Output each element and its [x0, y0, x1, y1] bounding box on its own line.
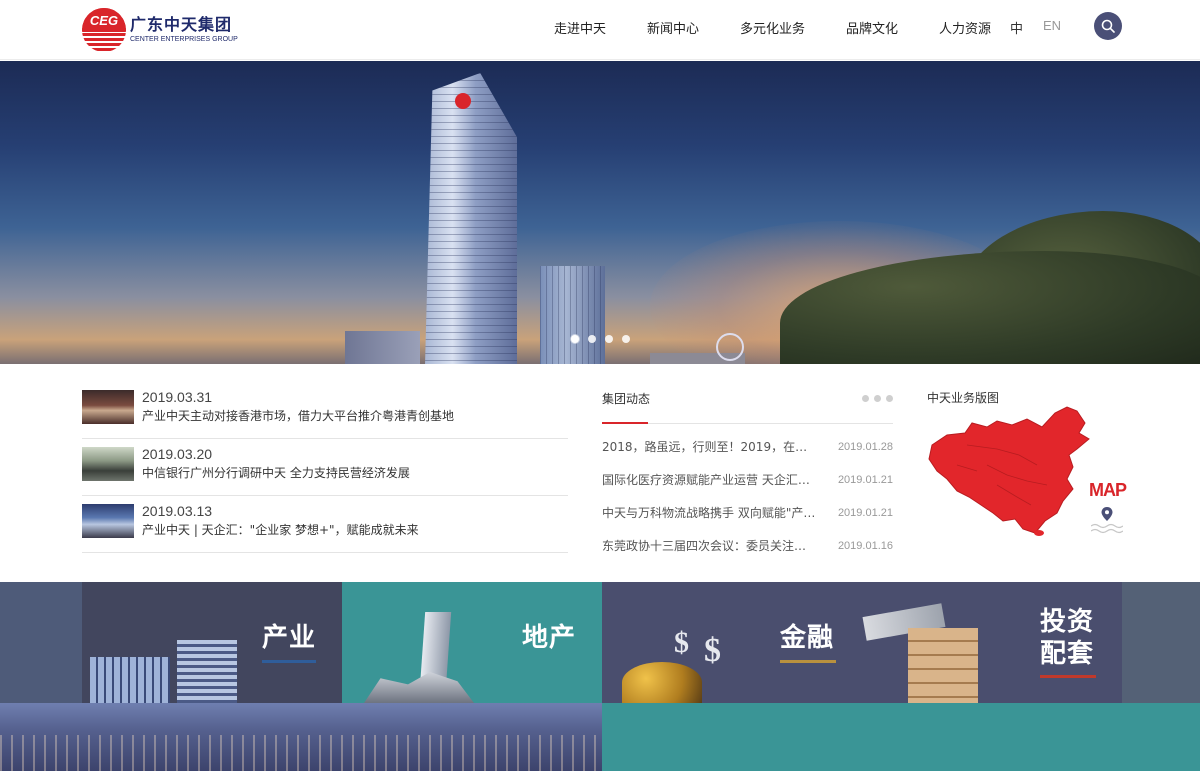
business-investment-label-2[interactable]: 配套 [1040, 638, 1094, 670]
wave-icon [1091, 523, 1123, 534]
search-button[interactable] [1094, 12, 1122, 40]
news-date: 2019.03.13 [142, 503, 213, 519]
group-news-pager[interactable] [862, 395, 893, 402]
nav-hr[interactable]: 人力资源 [939, 18, 991, 37]
news-item[interactable]: 2019.03.31 产业中天主动对接香港市场，借力大平台推介粤港青创基地 [82, 382, 568, 439]
group-news-item-date: 2019.01.21 [837, 473, 893, 486]
group-news-panel: 集团动态 2018，路虽远，行则至！2019，在一起… 2019.01.28 国… [602, 382, 893, 562]
group-news-item-title[interactable]: 国际化医疗资源赋能产业运营 天企汇… [602, 471, 818, 488]
featured-news-list: 2019.03.31 产业中天主动对接香港市场，借力大平台推介粤港青创基地 20… [82, 382, 568, 553]
business-investment-label-1[interactable]: 投资 [1040, 606, 1094, 638]
business-industry-tile[interactable]: 产业 [82, 582, 342, 703]
dollar-sign-icon: $ [704, 632, 721, 669]
news-thumbnail[interactable] [82, 390, 134, 424]
news-title[interactable]: 产业中天主动对接香港市场，借力大平台推介粤港青创基地 [142, 407, 454, 425]
group-news-item[interactable]: 中天与万科物流战略携手 双向赋能"产… 2019.01.21 [602, 496, 893, 529]
news-title[interactable]: 中信银行广州分行调研中天 全力支持民营经济发展 [142, 464, 410, 482]
carousel-dot[interactable] [622, 335, 630, 343]
carousel-dot[interactable] [588, 335, 596, 343]
logo-abbr: CEG [89, 13, 119, 28]
news-item[interactable]: 2019.03.13 产业中天 | 天企汇："企业家 梦想+"，赋能成就未来 [82, 496, 568, 553]
company-logo[interactable]: CEG 广东中天集团 CENTER ENTERPRISES GROUP [82, 7, 238, 53]
lang-switch-cn[interactable]: 中 [1010, 18, 1023, 37]
nav-news[interactable]: 新闻中心 [647, 18, 699, 37]
business-realestate-tile[interactable]: 地产 [342, 582, 602, 703]
news-thumbnail[interactable] [82, 447, 134, 481]
dollar-sign-icon: $ [674, 626, 689, 659]
group-news-title[interactable]: 集团动态 [602, 390, 650, 407]
business-industry-label[interactable]: 产业 [262, 622, 316, 654]
logo-name-cn: 广东中天集团 [130, 15, 233, 34]
search-icon [1101, 19, 1115, 33]
group-news-item-date: 2019.01.28 [837, 440, 893, 453]
group-news-item-date: 2019.01.16 [837, 539, 893, 552]
wooden-blocks-image [908, 628, 978, 703]
location-pin-icon [1101, 507, 1113, 521]
business-finance-label[interactable]: 金融 [780, 622, 834, 654]
group-news-item[interactable]: 2018，路虽远，行则至！2019，在一起… 2019.01.28 [602, 430, 893, 463]
nav-business[interactable]: 多元化业务 [740, 18, 805, 37]
group-news-item-date: 2019.01.21 [837, 506, 893, 519]
nav-brand[interactable]: 品牌文化 [846, 18, 898, 37]
news-date: 2019.03.31 [142, 389, 213, 405]
hero-banner[interactable] [0, 61, 1200, 364]
logo-name-en: CENTER ENTERPRISES GROUP [130, 36, 238, 43]
carousel-dot[interactable] [571, 335, 579, 343]
group-news-item[interactable]: 国际化医疗资源赋能产业运营 天企汇… 2019.01.21 [602, 463, 893, 496]
business-realestate-label[interactable]: 地产 [522, 622, 576, 654]
ferris-wheel [716, 333, 744, 361]
news-date: 2019.03.20 [142, 446, 213, 462]
china-map-image[interactable] [927, 405, 1127, 541]
group-news-item-title[interactable]: 东莞政协十三届四次会议：委员关注… [602, 537, 818, 554]
group-news-item[interactable]: 东莞政协十三届四次会议：委员关注… 2019.01.16 [602, 529, 893, 562]
logo-emblem: CEG [82, 8, 126, 52]
carousel-dot[interactable] [605, 335, 613, 343]
business-map-title: 中天业务版图 [927, 391, 1000, 405]
group-news-item-title[interactable]: 中天与万科物流战略携手 双向赋能"产… [602, 504, 818, 521]
carousel-dots [571, 335, 630, 343]
map-link[interactable]: MAP [1089, 480, 1127, 501]
news-title[interactable]: 产业中天 | 天企汇："企业家 梦想+"，赋能成就未来 [142, 521, 419, 539]
news-thumbnail[interactable] [82, 504, 134, 538]
group-news-item-title[interactable]: 2018，路虽远，行则至！2019，在一起… [602, 438, 818, 455]
site-header: CEG 广东中天集团 CENTER ENTERPRISES GROUP 走进中天… [0, 0, 1200, 60]
nav-about[interactable]: 走进中天 [554, 18, 606, 37]
news-item[interactable]: 2019.03.20 中信银行广州分行调研中天 全力支持民营经济发展 [82, 439, 568, 496]
business-finance-tile[interactable]: $ $ 金融 投资 配套 [602, 582, 1122, 703]
tower-logo [455, 93, 471, 109]
lang-switch-en[interactable]: EN [1043, 18, 1061, 33]
